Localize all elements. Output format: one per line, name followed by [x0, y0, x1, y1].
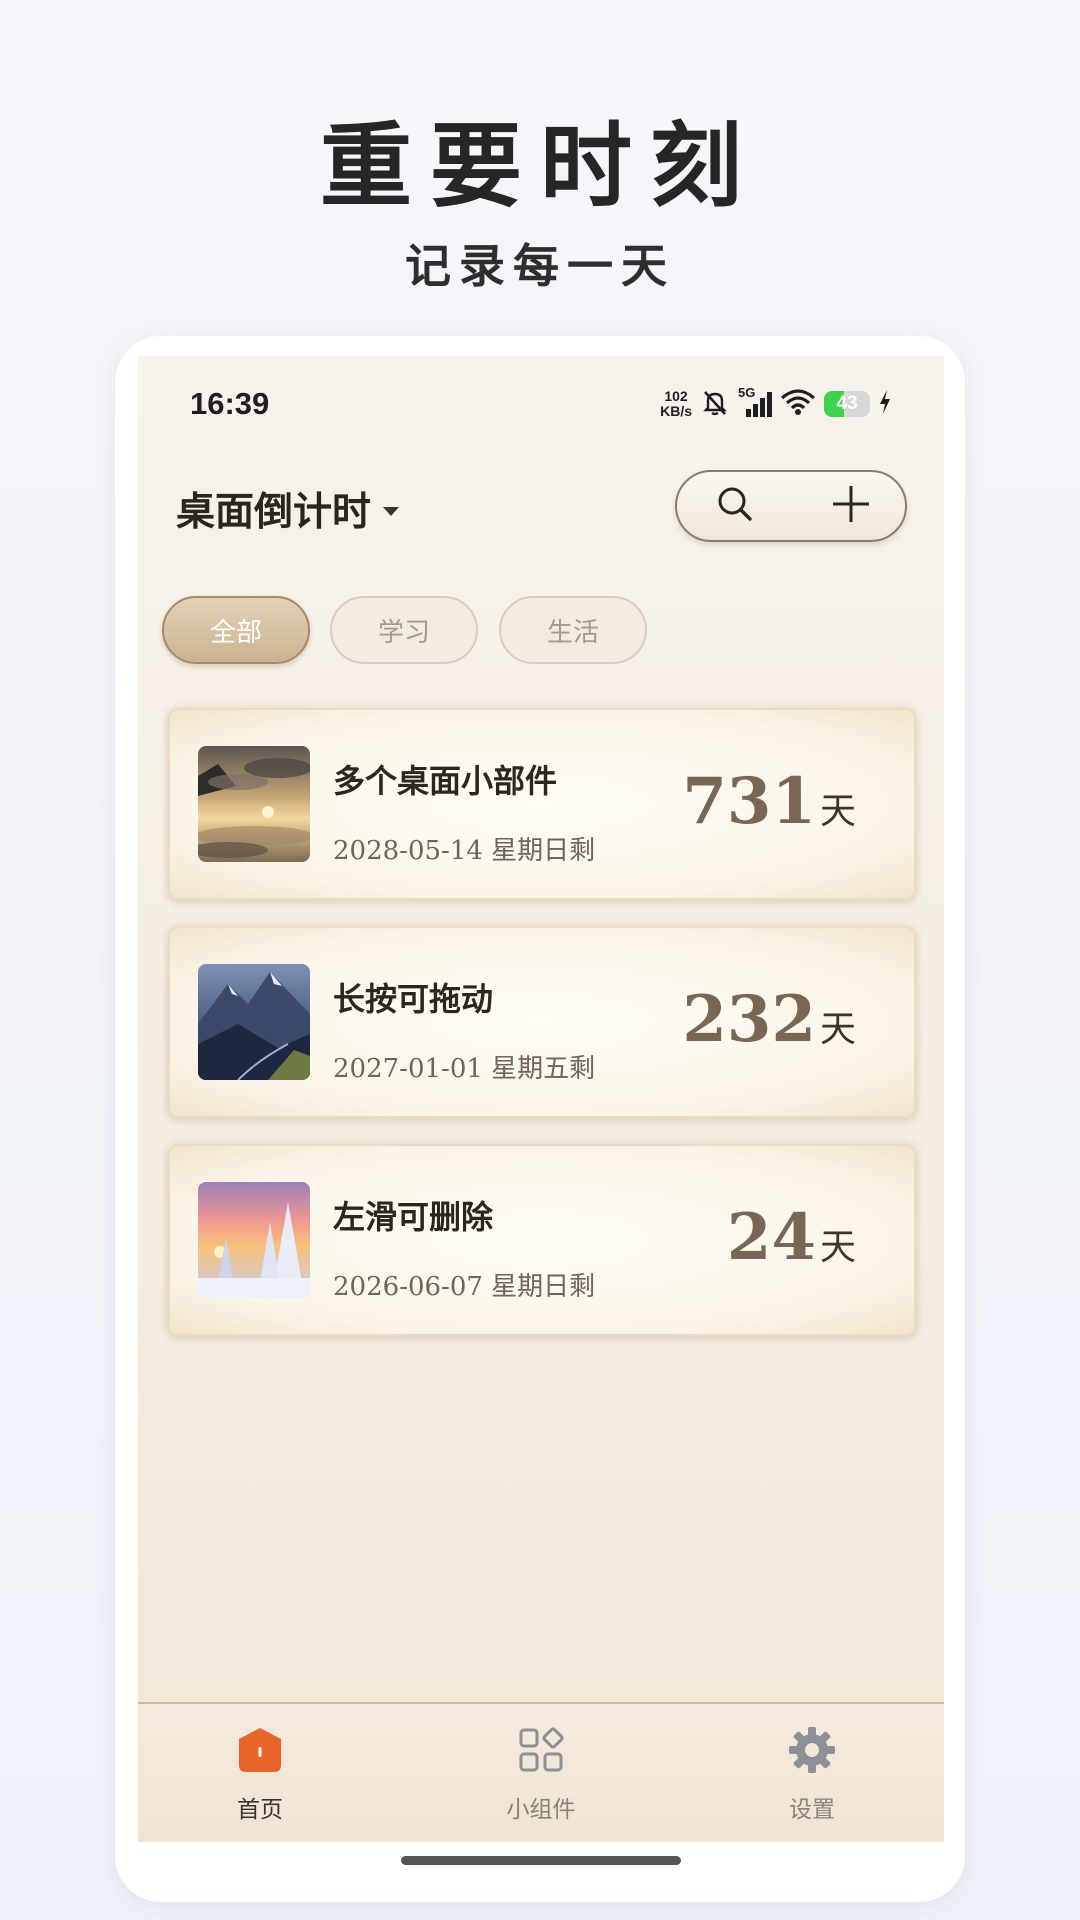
- nav-settings-label: 设置: [789, 1797, 835, 1823]
- event-title: 左滑可删除: [333, 1198, 494, 1236]
- days-unit: 天: [819, 791, 856, 832]
- net-speed-value: 102: [664, 388, 688, 404]
- event-date: 2027-01-01 星期五剩: [333, 1054, 596, 1084]
- promo-subtitle: 记录每一天: [405, 239, 675, 293]
- bottom-nav: 首页 小组件 设置: [138, 1702, 944, 1842]
- event-thumbnail: [198, 1182, 310, 1298]
- event-countdown: 232 天: [682, 982, 856, 1057]
- widgets-icon: [515, 1724, 567, 1776]
- event-countdown: 731 天: [682, 764, 856, 839]
- event-thumbnail: [198, 964, 310, 1080]
- promo-title: 重要时刻: [319, 112, 760, 220]
- gear-icon: [786, 1724, 838, 1776]
- tab-study[interactable]: 学习: [330, 596, 478, 664]
- nav-widgets-label: 小组件: [506, 1797, 576, 1823]
- net-speed: 102 KB/s: [660, 389, 692, 419]
- nav-widgets[interactable]: 小组件: [471, 1724, 611, 1824]
- search-icon: [715, 484, 755, 528]
- home-icon: [234, 1724, 286, 1776]
- signal-icon: 5G: [738, 385, 772, 419]
- plus-icon: [829, 482, 873, 530]
- add-button[interactable]: [793, 472, 909, 540]
- event-countdown: 24 天: [727, 1200, 856, 1275]
- net-speed-unit: KB/s: [660, 403, 692, 419]
- battery-icon: 43: [824, 391, 870, 417]
- battery-level: 43: [836, 393, 858, 414]
- days-remaining: 232: [682, 982, 816, 1057]
- wifi-icon: [780, 388, 816, 420]
- promo-page: 重要时刻 记录每一天 16:39 102 KB/s 5G 43 桌面倒计时 全部…: [0, 0, 1080, 1920]
- event-title: 长按可拖动: [333, 980, 494, 1018]
- caret-down-icon: [383, 506, 400, 516]
- action-pill: [675, 470, 907, 542]
- search-button[interactable]: [677, 472, 793, 540]
- mute-bell-icon: [700, 387, 730, 421]
- event-title: 多个桌面小部件: [333, 762, 558, 800]
- status-bar: 16:39 102 KB/s 5G 43: [138, 356, 944, 452]
- charging-bolt-icon: [878, 389, 892, 419]
- header-title: 桌面倒计时: [176, 490, 372, 535]
- days-remaining: 731: [682, 764, 816, 839]
- event-card[interactable]: 长按可拖动 2027-01-01 星期五剩 232 天: [168, 926, 916, 1118]
- header-title-dropdown[interactable]: 桌面倒计时: [176, 481, 400, 537]
- event-date: 2028-05-14 星期日剩: [333, 836, 596, 866]
- event-card[interactable]: 多个桌面小部件 2028-05-14 星期日剩 731 天: [168, 708, 916, 900]
- home-indicator[interactable]: [401, 1856, 681, 1865]
- nav-home-label: 首页: [237, 1797, 283, 1823]
- days-unit: 天: [819, 1009, 856, 1050]
- tab-life[interactable]: 生活: [499, 596, 647, 664]
- event-date: 2026-06-07 星期日剩: [333, 1272, 596, 1302]
- app-screen: 16:39 102 KB/s 5G 43 桌面倒计时 全部 学习 生活 多个桌面…: [138, 356, 944, 1842]
- tab-all[interactable]: 全部: [162, 596, 310, 664]
- nav-settings[interactable]: 设置: [742, 1724, 882, 1824]
- status-icons: 102 KB/s 5G 43: [660, 384, 892, 424]
- nav-home[interactable]: 首页: [190, 1724, 330, 1824]
- days-unit: 天: [819, 1227, 856, 1268]
- days-remaining: 24: [726, 1200, 816, 1275]
- event-card[interactable]: 左滑可删除 2026-06-07 星期日剩 24 天: [168, 1144, 916, 1336]
- event-thumbnail: [198, 746, 310, 862]
- status-time: 16:39: [190, 386, 270, 421]
